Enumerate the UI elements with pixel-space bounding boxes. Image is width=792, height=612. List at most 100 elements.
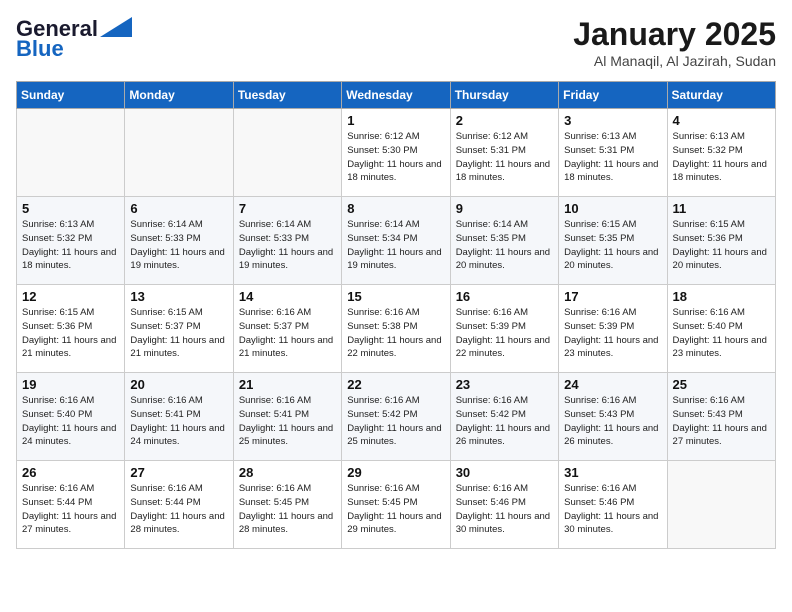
- cell-details: Sunrise: 6:14 AMSunset: 5:33 PMDaylight:…: [239, 218, 337, 273]
- calendar-cell: 28 Sunrise: 6:16 AMSunset: 5:45 PMDayligh…: [233, 461, 341, 549]
- day-number: 22: [347, 377, 445, 392]
- day-number: 11: [673, 201, 771, 216]
- logo-triangle-icon: [100, 17, 132, 37]
- cell-details: Sunrise: 6:16 AMSunset: 5:41 PMDaylight:…: [239, 394, 337, 449]
- day-number: 8: [347, 201, 445, 216]
- calendar-week-3: 12 Sunrise: 6:15 AMSunset: 5:36 PMDayligh…: [17, 285, 776, 373]
- title-block: January 2025 Al Manaqil, Al Jazirah, Sud…: [573, 16, 776, 69]
- cell-details: Sunrise: 6:16 AMSunset: 5:46 PMDaylight:…: [564, 482, 662, 537]
- calendar-cell: 18Sunrise: 6:16 AMSunset: 5:40 PMDayligh…: [667, 285, 775, 373]
- day-number: 6: [130, 201, 228, 216]
- day-number: 18: [673, 289, 771, 304]
- cell-details: Sunrise: 6:15 AMSunset: 5:36 PMDaylight:…: [673, 218, 771, 273]
- calendar-cell: 5 Sunrise: 6:13 AMSunset: 5:32 PMDaylight…: [17, 197, 125, 285]
- calendar-cell: 19Sunrise: 6:16 AMSunset: 5:40 PMDayligh…: [17, 373, 125, 461]
- day-number: 9: [456, 201, 554, 216]
- location-text: Al Manaqil, Al Jazirah, Sudan: [573, 53, 776, 69]
- calendar-cell: 15Sunrise: 6:16 AMSunset: 5:38 PMDayligh…: [342, 285, 450, 373]
- day-number: 5: [22, 201, 120, 216]
- day-number: 29: [347, 465, 445, 480]
- cell-details: Sunrise: 6:12 AMSunset: 5:31 PMDaylight:…: [456, 130, 554, 185]
- weekday-header-wednesday: Wednesday: [342, 82, 450, 109]
- calendar-cell: 29Sunrise: 6:16 AMSunset: 5:45 PMDayligh…: [342, 461, 450, 549]
- calendar-cell: 12 Sunrise: 6:15 AMSunset: 5:36 PMDayligh…: [17, 285, 125, 373]
- cell-details: Sunrise: 6:15 AMSunset: 5:36 PMDaylight:…: [22, 306, 120, 361]
- cell-details: Sunrise: 6:15 AMSunset: 5:35 PMDaylight:…: [564, 218, 662, 273]
- cell-details: Sunrise: 6:16 AMSunset: 5:39 PMDaylight:…: [564, 306, 662, 361]
- calendar-week-1: 1 Sunrise: 6:12 AMSunset: 5:30 PMDaylight…: [17, 109, 776, 197]
- cell-details: Sunrise: 6:14 AMSunset: 5:34 PMDaylight:…: [347, 218, 445, 273]
- cell-details: Sunrise: 6:16 AMSunset: 5:37 PMDaylight:…: [239, 306, 337, 361]
- calendar-cell: 27 Sunrise: 6:16 AMSunset: 5:44 PMDayligh…: [125, 461, 233, 549]
- calendar-cell: 13Sunrise: 6:15 AMSunset: 5:37 PMDayligh…: [125, 285, 233, 373]
- cell-details: Sunrise: 6:16 AMSunset: 5:46 PMDaylight:…: [456, 482, 554, 537]
- cell-details: Sunrise: 6:14 AMSunset: 5:35 PMDaylight:…: [456, 218, 554, 273]
- calendar-cell: 16 Sunrise: 6:16 AMSunset: 5:39 PMDayligh…: [450, 285, 558, 373]
- cell-details: Sunrise: 6:13 AMSunset: 5:32 PMDaylight:…: [22, 218, 120, 273]
- day-number: 16: [456, 289, 554, 304]
- calendar-cell: 31Sunrise: 6:16 AMSunset: 5:46 PMDayligh…: [559, 461, 667, 549]
- calendar-cell: 21 Sunrise: 6:16 AMSunset: 5:41 PMDayligh…: [233, 373, 341, 461]
- calendar-cell: 14 Sunrise: 6:16 AMSunset: 5:37 PMDayligh…: [233, 285, 341, 373]
- weekday-header-sunday: Sunday: [17, 82, 125, 109]
- calendar-cell: 24 Sunrise: 6:16 AMSunset: 5:43 PMDayligh…: [559, 373, 667, 461]
- day-number: 4: [673, 113, 771, 128]
- cell-details: Sunrise: 6:13 AMSunset: 5:31 PMDaylight:…: [564, 130, 662, 185]
- calendar-cell: 1 Sunrise: 6:12 AMSunset: 5:30 PMDaylight…: [342, 109, 450, 197]
- calendar-cell: [233, 109, 341, 197]
- day-number: 1: [347, 113, 445, 128]
- cell-details: Sunrise: 6:16 AMSunset: 5:45 PMDaylight:…: [239, 482, 337, 537]
- day-number: 2: [456, 113, 554, 128]
- day-number: 28: [239, 465, 337, 480]
- calendar-cell: 3Sunrise: 6:13 AMSunset: 5:31 PMDaylight…: [559, 109, 667, 197]
- calendar-table: SundayMondayTuesdayWednesdayThursdayFrid…: [16, 81, 776, 549]
- day-number: 7: [239, 201, 337, 216]
- cell-details: Sunrise: 6:14 AMSunset: 5:33 PMDaylight:…: [130, 218, 228, 273]
- weekday-header-row: SundayMondayTuesdayWednesdayThursdayFrid…: [17, 82, 776, 109]
- calendar-week-2: 5 Sunrise: 6:13 AMSunset: 5:32 PMDaylight…: [17, 197, 776, 285]
- calendar-cell: 7 Sunrise: 6:14 AMSunset: 5:33 PMDaylight…: [233, 197, 341, 285]
- day-number: 30: [456, 465, 554, 480]
- page-header: General Blue January 2025 Al Manaqil, Al…: [16, 16, 776, 69]
- month-title: January 2025: [573, 16, 776, 53]
- calendar-cell: 2 Sunrise: 6:12 AMSunset: 5:31 PMDaylight…: [450, 109, 558, 197]
- calendar-cell: 20 Sunrise: 6:16 AMSunset: 5:41 PMDayligh…: [125, 373, 233, 461]
- calendar-cell: 26 Sunrise: 6:16 AMSunset: 5:44 PMDayligh…: [17, 461, 125, 549]
- calendar-cell: 10 Sunrise: 6:15 AMSunset: 5:35 PMDayligh…: [559, 197, 667, 285]
- logo-text-blue: Blue: [16, 36, 64, 62]
- day-number: 26: [22, 465, 120, 480]
- day-number: 12: [22, 289, 120, 304]
- cell-details: Sunrise: 6:13 AMSunset: 5:32 PMDaylight:…: [673, 130, 771, 185]
- cell-details: Sunrise: 6:16 AMSunset: 5:40 PMDaylight:…: [22, 394, 120, 449]
- day-number: 14: [239, 289, 337, 304]
- cell-details: Sunrise: 6:16 AMSunset: 5:39 PMDaylight:…: [456, 306, 554, 361]
- cell-details: Sunrise: 6:16 AMSunset: 5:42 PMDaylight:…: [456, 394, 554, 449]
- day-number: 15: [347, 289, 445, 304]
- cell-details: Sunrise: 6:16 AMSunset: 5:44 PMDaylight:…: [22, 482, 120, 537]
- calendar-cell: 11 Sunrise: 6:15 AMSunset: 5:36 PMDayligh…: [667, 197, 775, 285]
- day-number: 17: [564, 289, 662, 304]
- calendar-cell: 6 Sunrise: 6:14 AMSunset: 5:33 PMDaylight…: [125, 197, 233, 285]
- cell-details: Sunrise: 6:12 AMSunset: 5:30 PMDaylight:…: [347, 130, 445, 185]
- calendar-cell: 4 Sunrise: 6:13 AMSunset: 5:32 PMDaylight…: [667, 109, 775, 197]
- calendar-cell: 9 Sunrise: 6:14 AMSunset: 5:35 PMDaylight…: [450, 197, 558, 285]
- day-number: 21: [239, 377, 337, 392]
- cell-details: Sunrise: 6:16 AMSunset: 5:43 PMDaylight:…: [564, 394, 662, 449]
- calendar-cell: 30 Sunrise: 6:16 AMSunset: 5:46 PMDayligh…: [450, 461, 558, 549]
- cell-details: Sunrise: 6:16 AMSunset: 5:44 PMDaylight:…: [130, 482, 228, 537]
- weekday-header-friday: Friday: [559, 82, 667, 109]
- day-number: 20: [130, 377, 228, 392]
- day-number: 10: [564, 201, 662, 216]
- day-number: 13: [130, 289, 228, 304]
- calendar-cell: [667, 461, 775, 549]
- logo: General Blue: [16, 16, 132, 62]
- cell-details: Sunrise: 6:16 AMSunset: 5:42 PMDaylight:…: [347, 394, 445, 449]
- cell-details: Sunrise: 6:16 AMSunset: 5:43 PMDaylight:…: [673, 394, 771, 449]
- calendar-cell: 17 Sunrise: 6:16 AMSunset: 5:39 PMDayligh…: [559, 285, 667, 373]
- day-number: 24: [564, 377, 662, 392]
- calendar-week-4: 19Sunrise: 6:16 AMSunset: 5:40 PMDayligh…: [17, 373, 776, 461]
- weekday-header-tuesday: Tuesday: [233, 82, 341, 109]
- day-number: 27: [130, 465, 228, 480]
- cell-details: Sunrise: 6:16 AMSunset: 5:41 PMDaylight:…: [130, 394, 228, 449]
- weekday-header-monday: Monday: [125, 82, 233, 109]
